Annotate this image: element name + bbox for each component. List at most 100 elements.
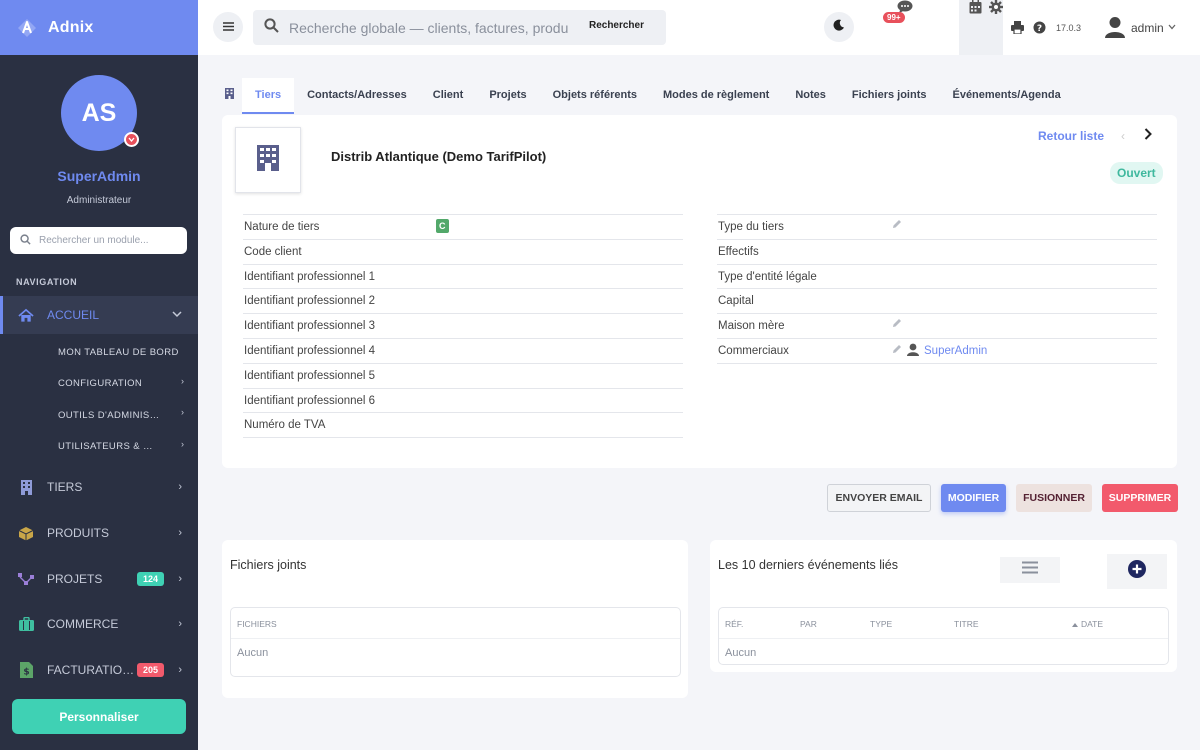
sidebar-subitem-dashboard[interactable]: MON TABLEAU DE BORD xyxy=(58,347,188,358)
column-header-type[interactable]: TYPE xyxy=(870,619,892,629)
pencil-icon[interactable] xyxy=(892,318,902,328)
box-icon xyxy=(18,525,34,541)
sidebar-item-label: COMMERCE xyxy=(47,617,119,631)
module-search[interactable] xyxy=(10,227,187,254)
chevron-right-icon: › xyxy=(181,407,184,417)
chevron-down-badge-icon[interactable] xyxy=(124,132,139,147)
field-row: Commerciaux SuperAdmin xyxy=(717,339,1157,364)
sidebar-item-tiers[interactable]: TIERS › xyxy=(0,468,198,506)
merge-button[interactable]: FUSIONNER xyxy=(1016,484,1092,512)
chevron-down-icon xyxy=(172,309,182,321)
building-icon xyxy=(18,479,34,495)
field-label: Type du tiers xyxy=(718,221,784,233)
field-row: Numéro de TVA xyxy=(243,413,683,439)
tab-contacts[interactable]: Contacts/Adresses xyxy=(294,78,420,114)
sidebar-subitem-configuration[interactable]: CONFIGURATION xyxy=(58,378,156,389)
user-profile: AS SuperAdmin Administrateur xyxy=(0,55,198,206)
field-row: Identifiant professionnel 3 xyxy=(243,314,683,339)
help-icon[interactable]: ? xyxy=(1033,21,1046,39)
field-label: Nature de tiers xyxy=(244,221,320,233)
tab-projets[interactable]: Projets xyxy=(476,78,539,114)
chevron-right-icon[interactable] xyxy=(1144,127,1152,143)
field-row: Identifiant professionnel 4 xyxy=(243,339,683,364)
sidebar-item-projets[interactable]: PROJETS 124 › xyxy=(0,560,198,598)
tab-tiers[interactable]: Tiers xyxy=(242,78,295,114)
module-search-input[interactable] xyxy=(39,235,179,246)
chevron-left-icon[interactable]: ‹ xyxy=(1121,129,1125,143)
hamburger-icon xyxy=(222,18,234,36)
sidebar-subitem-admin-tools[interactable]: OUTILS D'ADMINISTRATION xyxy=(58,410,164,421)
brand-header[interactable]: Adnix xyxy=(0,0,198,55)
profile-name[interactable]: SuperAdmin xyxy=(0,168,198,184)
chevron-down-icon[interactable] xyxy=(1168,22,1176,32)
invoices-count-badge: 205 xyxy=(136,663,164,677)
tab-notes[interactable]: Notes xyxy=(782,78,839,114)
chevron-right-icon: › xyxy=(178,527,182,539)
pencil-icon[interactable] xyxy=(892,219,902,229)
avatar[interactable]: AS xyxy=(61,75,139,151)
customize-button[interactable]: Personnaliser xyxy=(12,699,186,734)
list-view-button[interactable] xyxy=(1000,557,1060,583)
messages-count-badge: 99+ xyxy=(883,12,905,23)
column-header-by[interactable]: PAR xyxy=(800,619,817,629)
company-name: Distrib Atlantique (Demo TarifPilot) xyxy=(331,149,547,164)
chevron-right-icon: › xyxy=(178,573,182,585)
field-label: Identifiant professionnel 4 xyxy=(244,344,376,357)
edit-button[interactable]: MODIFIER xyxy=(941,484,1006,512)
empty-state: Aucun xyxy=(237,647,269,659)
customer-tag: C xyxy=(436,219,449,233)
company-logo[interactable] xyxy=(235,127,301,193)
building-icon xyxy=(225,88,234,102)
send-email-button[interactable]: ENVOYER EMAIL xyxy=(827,484,931,512)
user-avatar-icon[interactable] xyxy=(1105,16,1125,43)
table-header: FICHIERS xyxy=(231,608,680,639)
global-search-input[interactable] xyxy=(289,19,569,36)
tab-record-icon[interactable] xyxy=(222,78,242,114)
delete-button[interactable]: SUPPRIMER xyxy=(1102,484,1178,512)
sidebar-item-facturation[interactable]: $ FACTURATIO… 205 › xyxy=(0,651,198,689)
sidebar-item-accueil[interactable]: ACCUEIL xyxy=(0,296,198,334)
list-icon xyxy=(1022,561,1038,579)
printer-icon[interactable] xyxy=(1011,21,1024,39)
field-row: Identifiant professionnel 2 xyxy=(243,289,683,315)
gear-icon[interactable] xyxy=(989,0,1003,19)
files-table: FICHIERS Aucun xyxy=(230,607,681,677)
sidebar-subitem-users-groups[interactable]: UTILISATEURS & GROUPES xyxy=(58,441,158,452)
plus-circle-icon xyxy=(1128,560,1146,583)
add-event-button[interactable] xyxy=(1107,554,1167,589)
tab-fichiers-joints[interactable]: Fichiers joints xyxy=(839,78,940,114)
sidebar-item-commerce[interactable]: COMMERCE › xyxy=(0,605,198,643)
back-to-list-link[interactable]: Retour liste xyxy=(1038,129,1104,143)
project-tree-icon xyxy=(18,571,34,587)
column-header-title[interactable]: TITRE xyxy=(954,619,979,629)
tab-client[interactable]: Client xyxy=(420,78,477,114)
chevron-right-icon: › xyxy=(181,439,184,449)
tab-evenements[interactable]: Événements/Agenda xyxy=(939,78,1073,114)
field-row: Identifiant professionnel 1 xyxy=(243,265,683,290)
tab-objets-referents[interactable]: Objets référents xyxy=(540,78,650,114)
column-header-files: FICHIERS xyxy=(237,619,277,629)
chevron-right-icon: › xyxy=(178,618,182,630)
chevron-right-icon: › xyxy=(181,376,184,386)
column-header-date: DATE xyxy=(1081,619,1104,629)
sidebar-item-produits[interactable]: PRODUITS › xyxy=(0,514,198,552)
column-header-ref[interactable]: RÉF. xyxy=(725,619,743,629)
tab-modes-reglement[interactable]: Modes de règlement xyxy=(650,78,782,114)
record-tabs: Tiers Contacts/Adresses Client Projets O… xyxy=(222,78,1074,114)
empty-state: Aucun xyxy=(725,647,757,659)
menu-toggle-button[interactable] xyxy=(213,12,243,42)
top-bar: Rechercher 99+ ? 17.0.3 admin xyxy=(198,0,1200,55)
events-table: RÉF. PAR TYPE TITRE DATE Aucun xyxy=(718,607,1169,665)
column-header-date-sort[interactable]: DATE xyxy=(1072,619,1103,629)
sales-rep-link[interactable]: SuperAdmin xyxy=(924,345,987,357)
svg-text:?: ? xyxy=(1037,24,1042,34)
field-label: Identifiant professionnel 2 xyxy=(244,295,376,308)
global-search-button[interactable]: Rechercher xyxy=(589,20,644,31)
global-search[interactable]: Rechercher xyxy=(253,10,666,45)
pencil-icon[interactable] xyxy=(892,344,902,357)
sidebar-item-label: TIERS xyxy=(47,480,83,494)
card-title: Les 10 derniers événements liés xyxy=(718,558,898,572)
field-label: Effectifs xyxy=(718,245,759,258)
theme-toggle-button[interactable] xyxy=(824,12,854,42)
user-menu-name[interactable]: admin xyxy=(1131,21,1164,35)
